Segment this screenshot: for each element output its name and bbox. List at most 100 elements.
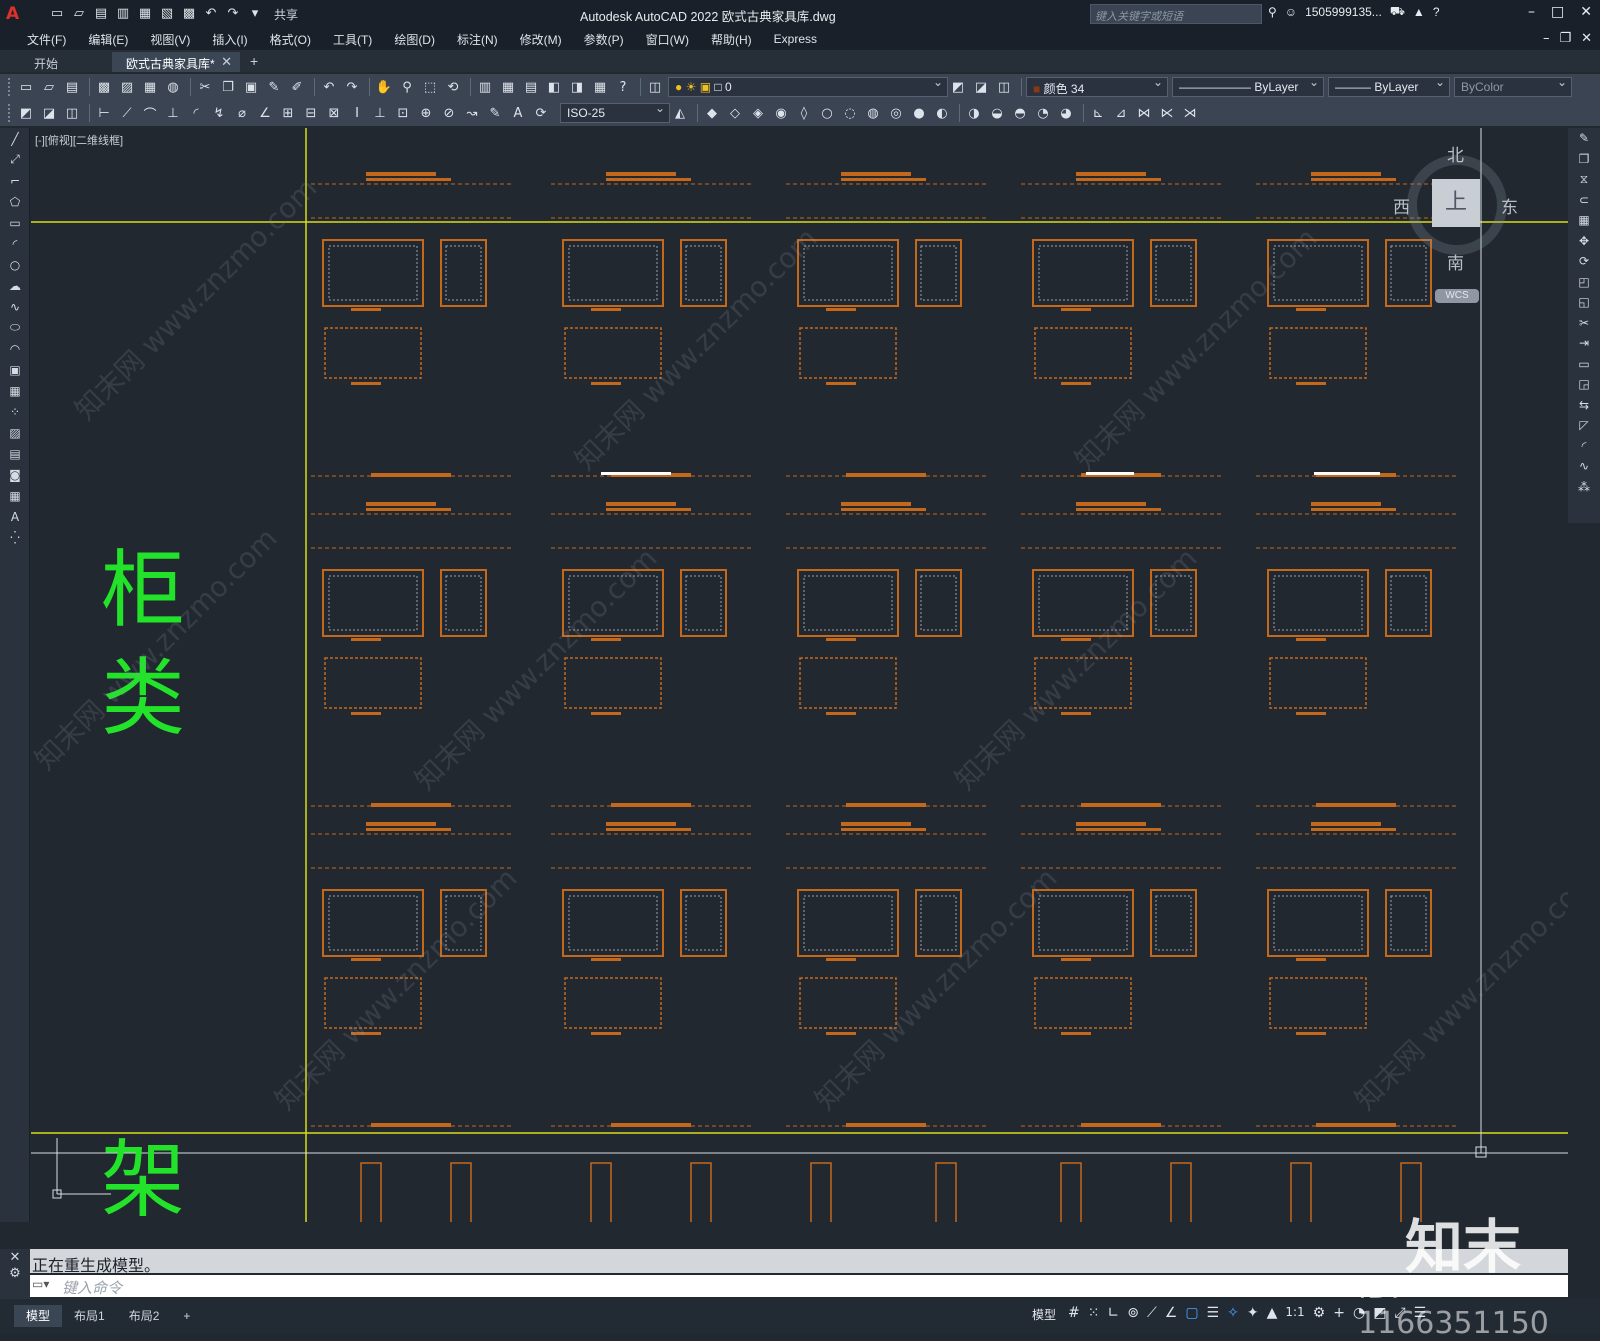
viewcube[interactable]: 上 北 南 西 东 WCS xyxy=(1393,143,1518,303)
globe-icon[interactable]: ◍ xyxy=(163,77,183,97)
inspection-icon[interactable]: ⊘ xyxy=(439,103,459,123)
view-front-icon[interactable]: ◊ xyxy=(794,103,814,123)
toolbar-grip[interactable] xyxy=(8,78,12,96)
polygon-tool-icon[interactable]: ⬠ xyxy=(0,191,30,212)
explode-tool-icon[interactable]: ⁂ xyxy=(1568,477,1600,498)
qnew-icon[interactable]: ▭ xyxy=(16,77,36,97)
erase-tool-icon[interactable]: ✎ xyxy=(1568,128,1600,149)
scale-value[interactable]: 1:1 xyxy=(1285,1305,1304,1321)
menu-dimension[interactable]: 标注(N) xyxy=(446,31,509,48)
jogged-linear-icon[interactable]: ↝ xyxy=(462,103,482,123)
break-point-icon[interactable]: ▭ xyxy=(1568,354,1600,375)
menu-draw[interactable]: 绘图(D) xyxy=(383,31,446,48)
tolerance-icon[interactable]: ⊡ xyxy=(393,103,413,123)
tab-active-drawing[interactable]: 欧式古典家具库* ✕ xyxy=(112,52,240,72)
cut-icon[interactable]: ✂ xyxy=(195,77,215,97)
close-command-icon[interactable]: ✕ xyxy=(0,1249,30,1265)
view-ne-iso-icon[interactable]: ◎ xyxy=(886,103,906,123)
ucs-icon[interactable]: ⊾ xyxy=(1088,103,1108,123)
ortho-icon[interactable]: ∟ xyxy=(1107,1305,1119,1321)
view-top-icon[interactable]: ◆ xyxy=(702,103,722,123)
cart-icon[interactable]: ⛟ xyxy=(1390,4,1405,20)
view-right-icon[interactable]: ◉ xyxy=(771,103,791,123)
isodraft-icon[interactable]: ⟋ xyxy=(1147,1305,1157,1321)
autocad-logo-icon[interactable]: A xyxy=(6,4,28,24)
view-se-iso-icon[interactable]: ◍ xyxy=(863,103,883,123)
make-current-icon[interactable]: ◩ xyxy=(948,77,968,97)
rectangle-tool-icon[interactable]: ▭ xyxy=(0,212,30,233)
pan-icon[interactable]: ✋ xyxy=(374,77,394,97)
minimize-button[interactable]: – xyxy=(1528,4,1535,20)
array-tool-icon[interactable]: ▦ xyxy=(1568,210,1600,231)
tab-layout2[interactable]: 布局2 xyxy=(117,1305,172,1327)
user-icon[interactable]: ☺ xyxy=(1285,5,1297,19)
visual-style-real-icon[interactable]: ◓ xyxy=(1010,103,1030,123)
layer-state-icon[interactable]: ◫ xyxy=(994,77,1014,97)
save-icon[interactable]: ▤ xyxy=(92,5,110,23)
dim-edit-icon[interactable]: ✎ xyxy=(485,103,505,123)
grid-icon[interactable]: # xyxy=(1068,1305,1080,1321)
dim-ordinate-icon[interactable]: ⊥ xyxy=(163,103,183,123)
dim-linear-icon[interactable]: ⊢ xyxy=(94,103,114,123)
layer-previous-icon[interactable]: ◪ xyxy=(971,77,991,97)
add-layout-button[interactable]: + xyxy=(171,1305,202,1327)
save-as-icon[interactable]: ▥ xyxy=(114,5,132,23)
dim-aligned-icon[interactable]: ⟋ xyxy=(117,103,137,123)
match-prop-icon[interactable]: ✎ xyxy=(264,77,284,97)
copy-icon[interactable]: ❐ xyxy=(218,77,238,97)
open-icon[interactable]: ▱ xyxy=(39,77,59,97)
new-tab-button[interactable]: + xyxy=(240,52,268,72)
customize-command-icon[interactable]: ⚙ xyxy=(0,1265,30,1281)
lineweight-icon[interactable]: ☰ xyxy=(1207,1305,1220,1321)
export-icon[interactable]: ▧ xyxy=(158,5,176,23)
dim-continue-icon[interactable]: ⊠ xyxy=(324,103,344,123)
menu-modify[interactable]: 修改(M) xyxy=(509,31,573,48)
tab-model[interactable]: 模型 xyxy=(14,1305,63,1327)
menu-help[interactable]: 帮助(H) xyxy=(700,31,763,48)
preview-icon[interactable]: ▨ xyxy=(117,77,137,97)
viewport-controls[interactable]: [-][俯视][二维线框] xyxy=(35,132,123,148)
drawing-canvas[interactable]: [-][俯视][二维线框] 柜 类 架 上 北 南 西 东 WCS 知末网 ww… xyxy=(31,128,1568,1222)
mirror-tool-icon[interactable]: ⧖ xyxy=(1568,169,1600,190)
compass-east[interactable]: 东 xyxy=(1501,193,1518,218)
break-tool-icon[interactable]: ◲ xyxy=(1568,374,1600,395)
properties-icon[interactable]: ▥ xyxy=(475,77,495,97)
tab-close-icon[interactable]: ✕ xyxy=(221,54,232,70)
doc-restore-button[interactable]: ❐ xyxy=(1559,31,1571,46)
circle-tool-icon[interactable]: ○ xyxy=(0,254,30,275)
zoom-previous-icon[interactable]: ⟲ xyxy=(443,77,463,97)
chamfer-tool-icon[interactable]: ◸ xyxy=(1568,415,1600,436)
menu-window[interactable]: 窗口(W) xyxy=(635,31,700,48)
ucs-face-icon[interactable]: ⋉ xyxy=(1157,103,1177,123)
menu-edit[interactable]: 编辑(E) xyxy=(77,31,139,48)
dim-radius-icon[interactable]: ◜ xyxy=(186,103,206,123)
menu-tools[interactable]: 工具(T) xyxy=(322,31,383,48)
menu-format[interactable]: 格式(O) xyxy=(259,31,322,48)
insert-block-icon[interactable]: ▣ xyxy=(0,359,30,380)
add-icon[interactable]: + xyxy=(1333,1305,1345,1321)
revcloud-tool-icon[interactable]: ☁ xyxy=(0,275,30,296)
workspace-settings-icon[interactable]: ◪ xyxy=(39,103,59,123)
point-tool-icon[interactable]: ⁘ xyxy=(0,401,30,422)
join-tool-icon[interactable]: ⇆ xyxy=(1568,395,1600,416)
new-file-icon[interactable]: ▭ xyxy=(48,5,66,23)
menu-parametric[interactable]: 参数(P) xyxy=(573,31,635,48)
dim-arc-icon[interactable]: ⌒ xyxy=(140,103,160,123)
autodesk-app-icon[interactable]: ▲ xyxy=(1413,5,1425,19)
markup-icon[interactable]: ◨ xyxy=(567,77,587,97)
mtext-tool-icon[interactable]: A xyxy=(0,506,30,527)
ucs-object-icon[interactable]: ⋊ xyxy=(1180,103,1200,123)
layer-dropdown[interactable]: ● ☀ ▣ □ 0 xyxy=(668,75,948,97)
ellipse-tool-icon[interactable]: ⬭ xyxy=(0,317,30,338)
snap-icon[interactable]: ⁙ xyxy=(1088,1305,1100,1321)
print-icon[interactable]: ▩ xyxy=(180,5,198,23)
zoom-window-icon[interactable]: ⬚ xyxy=(420,77,440,97)
tool-palettes-icon[interactable]: ▤ xyxy=(521,77,541,97)
polar-icon[interactable]: ⊚ xyxy=(1127,1305,1139,1321)
ellipse-arc-tool-icon[interactable]: ◠ xyxy=(0,338,30,359)
workspace-save-icon[interactable]: ◫ xyxy=(62,103,82,123)
wcs-menu[interactable]: WCS xyxy=(1435,289,1479,303)
auto-scale-icon[interactable]: ✦ xyxy=(1247,1305,1259,1321)
menu-express[interactable]: Express xyxy=(763,32,828,46)
undo-icon[interactable]: ↶ xyxy=(319,77,339,97)
